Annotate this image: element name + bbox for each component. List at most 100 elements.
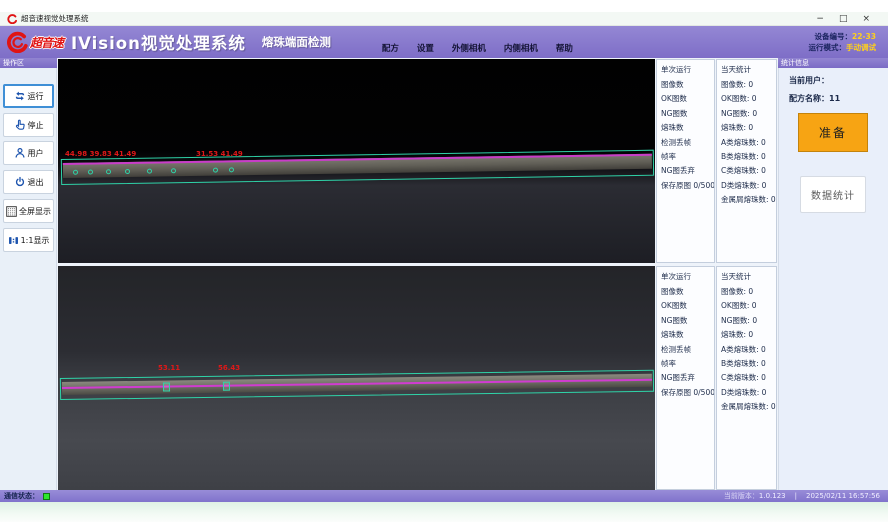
menu-item[interactable]: 配方 xyxy=(373,42,408,54)
page-title: IVision视觉处理系统 xyxy=(71,30,246,54)
measurement-annotation: 44.98 39.83 41.49 xyxy=(65,150,136,158)
device-number: 设备编号：22-33 xyxy=(809,31,877,42)
stop-button[interactable]: 停止 xyxy=(3,113,54,137)
stat-row: NG图数: 0 xyxy=(721,314,776,328)
defect-marker xyxy=(223,382,230,391)
status-bar: 通信状态： 当前版本：1.0.123 | 2025/02/11 16:57:56 xyxy=(0,490,888,502)
run-mode: 运行模式：手动调试 xyxy=(809,42,877,53)
version-value: 1.0.123 xyxy=(759,492,786,500)
status-separator: | xyxy=(795,492,797,500)
today-stats-bottom: 当天统计 图像数: 0OK图数: 0NG图数: 0熔珠数: 0A类熔珠数: 0B… xyxy=(716,266,777,490)
current-user: 当前用户： xyxy=(789,75,888,86)
stat-row: 帧率 xyxy=(661,357,714,371)
comm-status-label: 通信状态： xyxy=(4,491,39,501)
stat-row: A类熔珠数: 0 xyxy=(721,343,776,357)
stat-row: 熔珠数: 0 xyxy=(721,328,776,342)
recipe-name: 配方名称：11 xyxy=(789,93,888,104)
page-subtitle: 熔珠端面检测 xyxy=(262,34,331,50)
stat-row: NG图数 xyxy=(661,107,714,121)
user-icon xyxy=(14,147,26,159)
stat-row: 检测丢帧 xyxy=(661,343,714,357)
user-button-label: 用户 xyxy=(28,148,44,159)
stats-group-title: 单次运行 xyxy=(657,60,714,78)
power-icon xyxy=(14,176,26,188)
close-button[interactable]: × xyxy=(862,13,870,25)
measurement-annotation: 53.11 xyxy=(158,364,180,372)
device-info: 设备编号：22-33 运行模式：手动调试 xyxy=(809,31,877,53)
recipe-value: 11 xyxy=(829,94,840,103)
comm-status-indicator xyxy=(43,493,50,500)
menu-item[interactable]: 设置 xyxy=(408,42,443,54)
stat-row: NG图数 xyxy=(661,314,714,328)
stat-row: B类熔珠数: 0 xyxy=(721,357,776,371)
exit-button[interactable]: 退出 xyxy=(3,170,54,194)
stat-row: D类熔珠数: 0 xyxy=(721,386,776,400)
stat-row: OK图数 xyxy=(661,92,714,106)
version-label: 当前版本： xyxy=(724,492,759,500)
detected-bead-marker xyxy=(147,169,152,174)
measurement-annotation: 56.43 xyxy=(218,364,240,372)
stats-group-title: 当天统计 xyxy=(717,267,776,285)
info-panel-title: 统计信息 xyxy=(778,58,888,68)
stat-row: C类熔珠数: 0 xyxy=(721,371,776,385)
minimize-button[interactable]: − xyxy=(816,13,824,25)
stat-row: 金属屑熔珠数: 0 xyxy=(721,193,776,207)
status-bar-right: 当前版本：1.0.123 | 2025/02/11 16:57:56 xyxy=(724,491,880,501)
fullscreen-button-label: 全屏显示 xyxy=(19,206,51,217)
stat-row: 图像数 xyxy=(661,78,714,92)
run-button[interactable]: 运行 xyxy=(3,84,54,108)
menu-item[interactable]: 帮助 xyxy=(547,42,582,54)
run-button-label: 运行 xyxy=(28,91,44,102)
detection-bounding-box xyxy=(61,150,654,185)
detection-bounding-box xyxy=(60,370,654,400)
prepare-button[interactable]: 准备 xyxy=(798,113,868,152)
today-stats-top: 当天统计 图像数: 0OK图数: 0NG图数: 0熔珠数: 0A类熔珠数: 0B… xyxy=(716,59,777,263)
detected-bead-marker xyxy=(73,170,78,175)
detected-bead-marker xyxy=(229,167,234,172)
stat-row: 图像数 xyxy=(661,285,714,299)
stat-row: A类熔珠数: 0 xyxy=(721,136,776,150)
sidebar: 运行 停止 用户 退出 全屏显示 xyxy=(0,68,57,490)
camera-view-inner[interactable]: 53.11 56.43 xyxy=(58,266,655,490)
fullscreen-button[interactable]: 全屏显示 xyxy=(3,199,54,223)
stat-row: 图像数: 0 xyxy=(721,285,776,299)
run-arrows-icon xyxy=(14,90,26,102)
camera-view-outer[interactable]: 44.98 39.83 41.49 31.53 41.49 xyxy=(58,59,655,263)
single-run-stats-top: 单次运行 图像数OK图数NG图数熔珠数检测丢帧帧率NG图丢弃保存原图 0/500 xyxy=(656,59,715,263)
maximize-button[interactable]: □ xyxy=(839,13,848,25)
fullscreen-grid-icon xyxy=(6,206,17,217)
menu-item[interactable]: 内侧相机 xyxy=(495,42,547,54)
stat-row: OK图数: 0 xyxy=(721,92,776,106)
stats-group-title: 当天统计 xyxy=(717,60,776,78)
datetime: 2025/02/11 16:57:56 xyxy=(806,492,880,500)
stat-row: 熔珠数 xyxy=(661,121,714,135)
stats-group-title: 单次运行 xyxy=(657,267,714,285)
defect-marker xyxy=(163,382,170,391)
detected-bead-marker xyxy=(171,168,176,173)
stat-row: B类熔珠数: 0 xyxy=(721,150,776,164)
menu-bar: 配方设置外侧相机内侧相机帮助 xyxy=(373,42,582,54)
brand-swirl-icon xyxy=(6,31,28,53)
menu-item[interactable]: 外侧相机 xyxy=(443,42,495,54)
window-titlebar: 超音速视觉处理系统 − □ × xyxy=(0,12,888,26)
stat-row: 熔珠数: 0 xyxy=(721,121,776,135)
stat-row: 帧率 xyxy=(661,150,714,164)
detected-bead-marker xyxy=(88,169,93,174)
app-window: 超音速视觉处理系统 − □ × 超音速 IVision视觉处理系统 熔珠端面检测… xyxy=(0,0,888,522)
stat-row: OK图数: 0 xyxy=(721,299,776,313)
exit-button-label: 退出 xyxy=(28,177,44,188)
detected-bead-marker xyxy=(213,168,218,173)
one-to-one-button-label: 1:1显示 xyxy=(21,235,50,246)
data-statistics-button[interactable]: 数据统计 xyxy=(800,176,866,213)
stat-row: 图像数: 0 xyxy=(721,78,776,92)
one-to-one-icon xyxy=(8,235,19,246)
stat-row: 金属屑熔珠数: 0 xyxy=(721,400,776,414)
stat-row: OK图数 xyxy=(661,299,714,313)
weld-strip-image xyxy=(61,150,654,185)
user-button[interactable]: 用户 xyxy=(3,141,54,165)
one-to-one-button[interactable]: 1:1显示 xyxy=(3,228,54,252)
stat-row: 保存原图 0/500 xyxy=(661,386,714,400)
window-title: 超音速视觉处理系统 xyxy=(21,13,89,24)
single-run-stats-bottom: 单次运行 图像数OK图数NG图数熔珠数检测丢帧帧率NG图丢弃保存原图 0/500 xyxy=(656,266,715,490)
detected-bead-marker xyxy=(125,169,130,174)
